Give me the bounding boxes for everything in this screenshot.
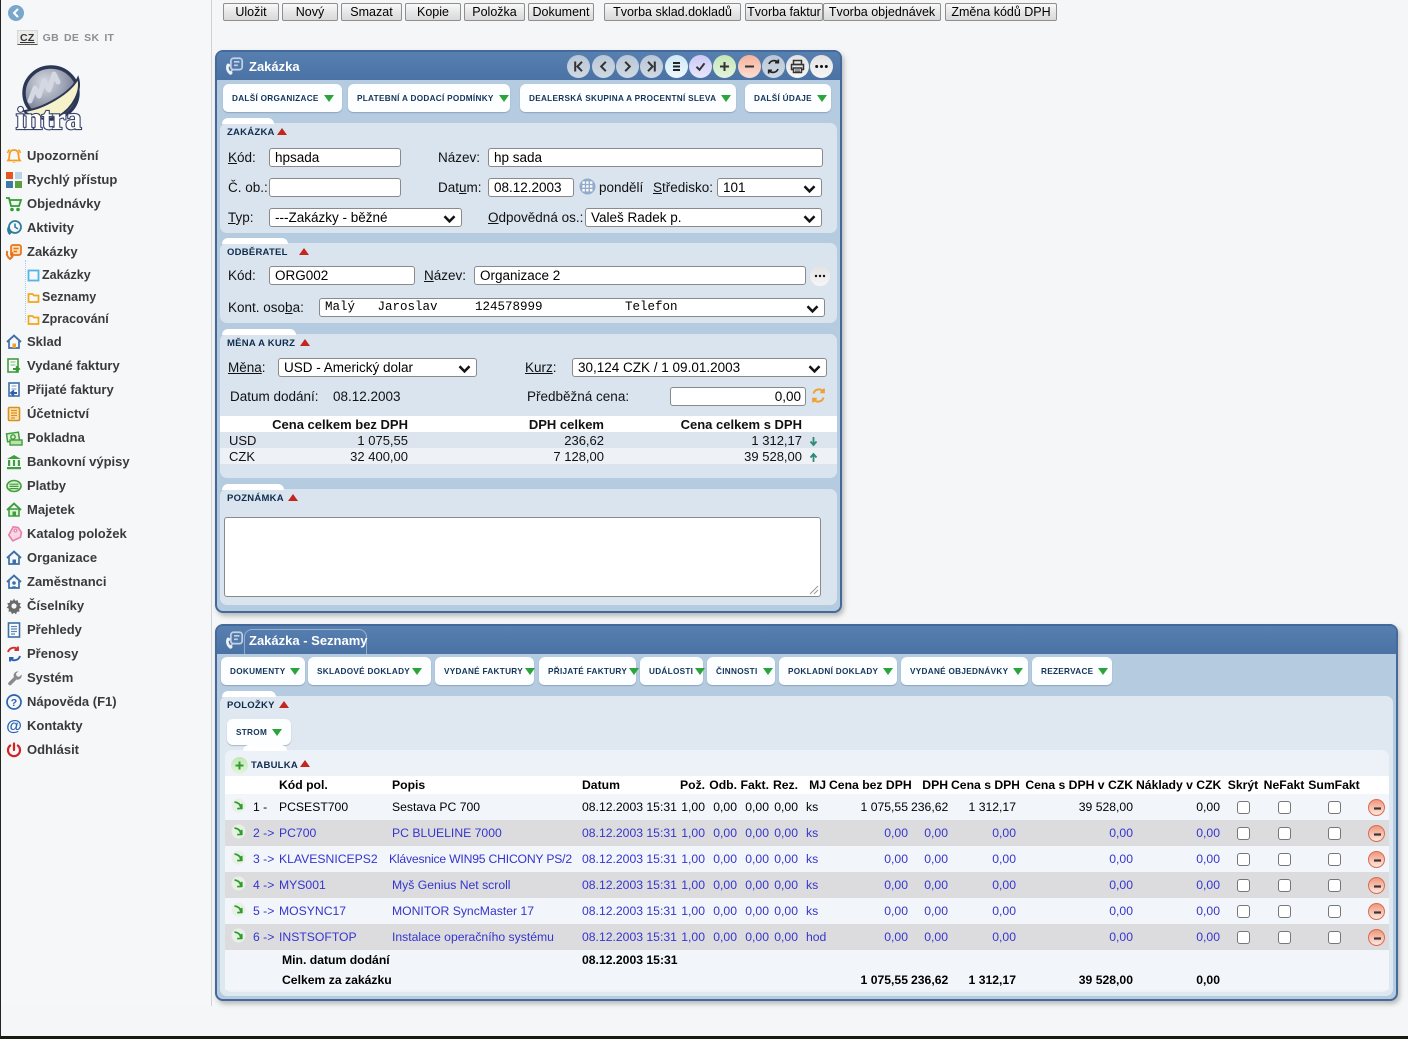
svg-text:@: @ xyxy=(6,718,22,735)
svg-text:intra: intra xyxy=(16,100,82,132)
svg-text:?: ? xyxy=(11,697,17,709)
